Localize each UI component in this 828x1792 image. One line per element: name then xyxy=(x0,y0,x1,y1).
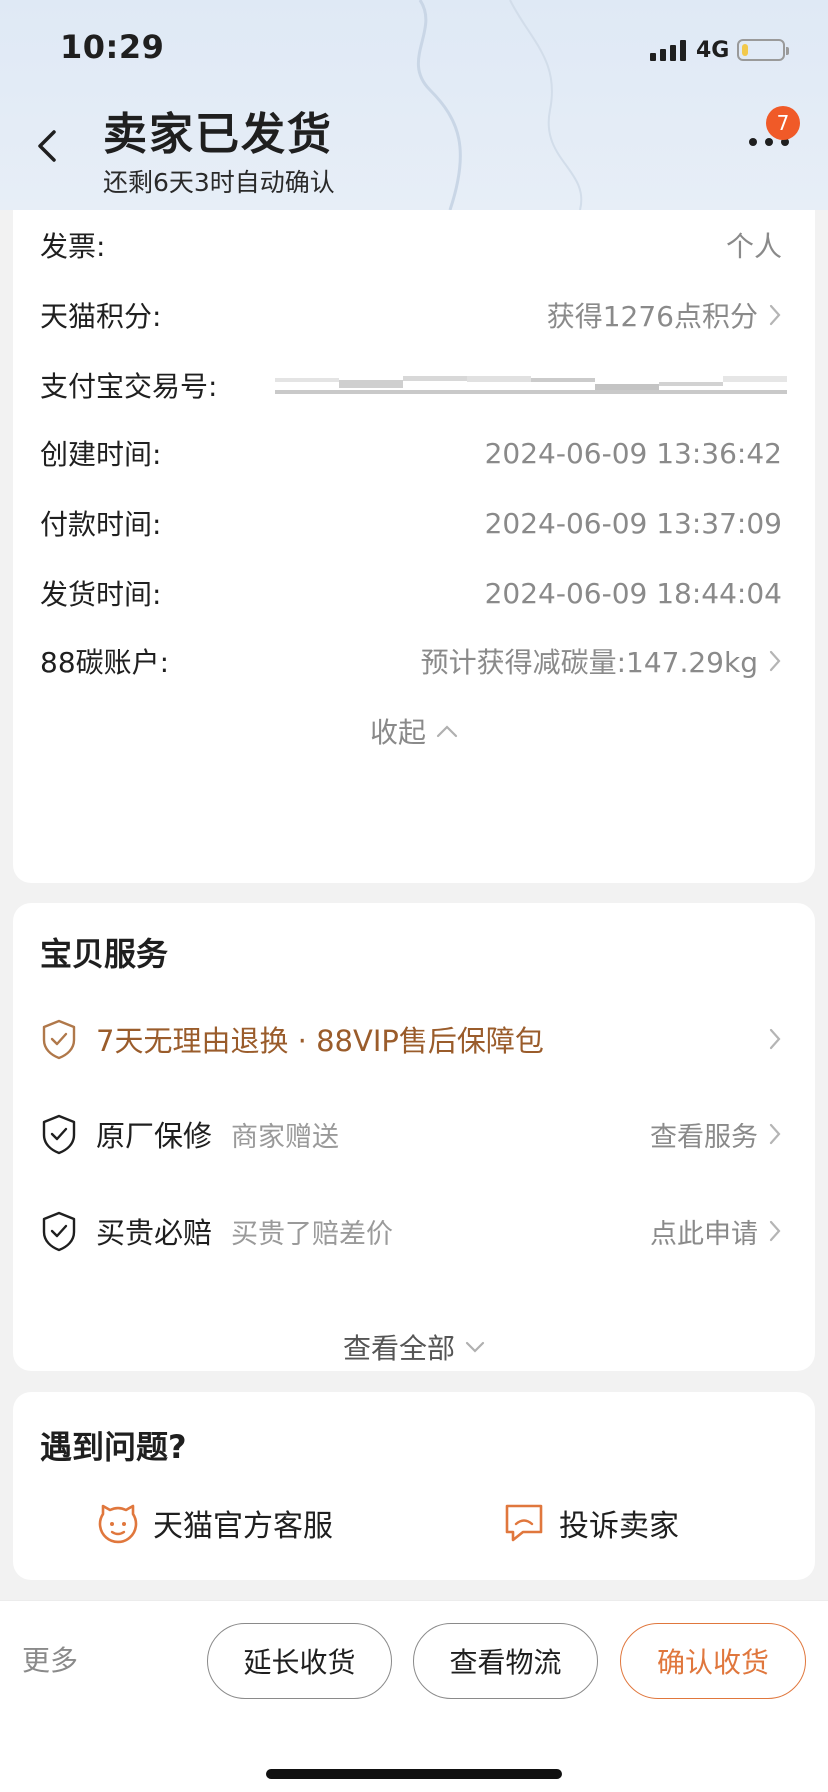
complain-seller-button[interactable]: 投诉卖家 xyxy=(501,1500,679,1546)
help-card: 遇到问题? 天猫官方客服 投诉卖家 xyxy=(13,1392,815,1580)
row-label: 发票: xyxy=(40,230,106,263)
chevron-right-icon xyxy=(769,1220,781,1242)
carbon-value: 预计获得减碳量:147.29kg xyxy=(420,646,758,679)
created-time-value: 2024-06-09 13:36:42 xyxy=(484,436,782,470)
tmall-customer-service-button[interactable]: 天猫官方客服 xyxy=(95,1500,333,1546)
extend-receipt-button[interactable]: 延长收货 xyxy=(207,1623,392,1699)
order-header: 10:29 4G 卖家已发货 还剩6天3时自动确认 7 xyxy=(0,0,828,210)
row-label: 发货时间: xyxy=(40,578,162,611)
view-service-link[interactable]: 查看服务 xyxy=(650,1115,782,1154)
notification-badge: 7 xyxy=(766,106,800,140)
row-value: 预计获得减碳量:147.29kg xyxy=(421,641,782,681)
map-background-decoration xyxy=(417,0,583,210)
service-action xyxy=(768,1027,782,1051)
status-time: 10:29 xyxy=(60,28,165,66)
tmall-points-row[interactable]: 天猫积分: 获得1276点积分 xyxy=(13,290,815,340)
invoice-row: 发票: 个人 xyxy=(13,220,815,270)
service-desc: 买贵了赔差价 xyxy=(231,1218,393,1250)
collapse-label: 收起 xyxy=(369,716,426,749)
signal-icon xyxy=(650,39,686,61)
service-desc: 商家赠送 xyxy=(231,1121,339,1153)
services-title: 宝贝服务 xyxy=(40,935,169,973)
tmall-cat-icon xyxy=(98,1504,138,1544)
created-time-row: 创建时间: 2024-06-09 13:36:42 xyxy=(13,428,815,478)
shield-check-icon xyxy=(42,1114,76,1155)
view-all-services-button[interactable]: 查看全部 xyxy=(13,1323,815,1371)
help-title: 遇到问题? xyxy=(40,1428,187,1466)
view-logistics-button[interactable]: 查看物流 xyxy=(413,1623,598,1699)
row-value: 获得1276点积分 xyxy=(547,295,782,335)
row-value: 2024-06-09 13:36:42 xyxy=(485,437,782,470)
chevron-right-icon xyxy=(769,650,781,672)
alipay-trade-no-row: 支付宝交易号: xyxy=(13,360,815,410)
chevron-right-icon xyxy=(769,1123,781,1145)
page-title: 卖家已发货 xyxy=(103,109,333,160)
row-value: 个人 xyxy=(726,225,782,265)
service-name: 买贵必赔 xyxy=(96,1216,213,1250)
row-label: 付款时间: xyxy=(40,508,162,541)
more-actions-link[interactable]: 更多 xyxy=(22,1639,78,1679)
network-type: 4G xyxy=(696,37,730,63)
masked-trade-number xyxy=(275,376,787,394)
service-name: 7天无理由退换 · 88VIP售后保障包 xyxy=(96,1024,544,1058)
row-label: 天猫积分: xyxy=(40,300,162,333)
row-value: 2024-06-09 13:37:09 xyxy=(485,507,782,540)
row-label: 创建时间: xyxy=(40,438,162,471)
points-value: 获得1276点积分 xyxy=(546,300,758,333)
invoice-value: 个人 xyxy=(725,230,782,263)
service-name: 原厂保修 xyxy=(96,1119,213,1153)
chevron-up-icon xyxy=(436,725,458,738)
bottom-action-bar: 更多 延长收货 查看物流 确认收货 xyxy=(0,1600,828,1792)
auto-confirm-countdown: 还剩6天3时自动确认 xyxy=(103,168,335,197)
shipped-time-row: 发货时间: 2024-06-09 18:44:04 xyxy=(13,568,815,618)
paid-time-row: 付款时间: 2024-06-09 13:37:09 xyxy=(13,498,815,548)
chevron-down-icon xyxy=(465,1341,485,1353)
battery-level xyxy=(742,44,749,56)
row-label: 支付宝交易号: xyxy=(40,370,218,403)
shield-check-icon xyxy=(42,1019,76,1060)
action-label: 点此申请 xyxy=(650,1218,758,1250)
vip-return-service-row[interactable]: 7天无理由退换 · 88VIP售后保障包 xyxy=(13,1013,815,1065)
complaint-chat-icon xyxy=(505,1504,543,1542)
row-label: 88碳账户: xyxy=(40,646,170,679)
carbon-account-row[interactable]: 88碳账户: 预计获得减碳量:147.29kg xyxy=(13,636,815,686)
help-label: 天猫官方客服 xyxy=(153,1509,333,1544)
paid-time-value: 2024-06-09 13:37:09 xyxy=(484,506,782,540)
factory-warranty-row[interactable]: 原厂保修 商家赠送 查看服务 xyxy=(13,1108,815,1160)
row-value: 2024-06-09 18:44:04 xyxy=(485,577,782,610)
shield-check-icon xyxy=(42,1211,76,1252)
confirm-receipt-button[interactable]: 确认收货 xyxy=(620,1623,806,1699)
chevron-right-icon xyxy=(769,304,781,326)
price-guarantee-row[interactable]: 买贵必赔 买贵了赔差价 点此申请 xyxy=(13,1205,815,1257)
help-label: 投诉卖家 xyxy=(559,1509,679,1544)
chevron-right-icon xyxy=(769,1028,781,1050)
status-indicators: 4G xyxy=(650,36,790,64)
back-chevron-icon[interactable] xyxy=(30,124,66,168)
item-services-card: 宝贝服务 7天无理由退换 · 88VIP售后保障包 原厂保修 商家赠送 查看服务… xyxy=(13,903,815,1371)
home-indicator xyxy=(266,1769,562,1779)
shipped-time-value: 2024-06-09 18:44:04 xyxy=(484,576,782,610)
collapse-details-button[interactable]: 收起 xyxy=(13,706,815,756)
order-details-card: 发票: 个人 天猫积分: 获得1276点积分 支付宝交易号: 创建时间: 202… xyxy=(13,150,815,883)
battery-icon xyxy=(737,39,790,61)
apply-link[interactable]: 点此申请 xyxy=(650,1212,782,1251)
view-all-label: 查看全部 xyxy=(342,1332,455,1365)
action-label: 查看服务 xyxy=(650,1121,758,1153)
